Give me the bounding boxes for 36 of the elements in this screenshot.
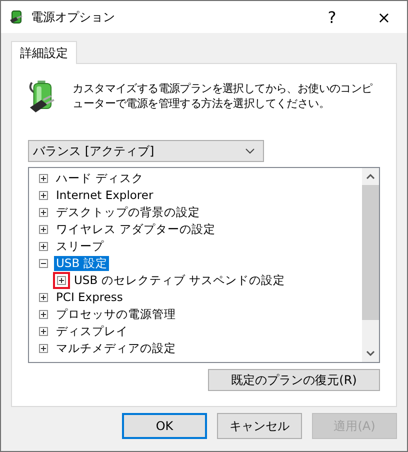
tree-item[interactable]: マルチメディアの設定 [54,341,178,356]
tree-item[interactable]: スリープ [54,239,106,254]
chevron-down-icon [245,148,255,154]
scroll-down-icon[interactable] [366,351,375,356]
tab[interactable]: 詳細設定 [11,41,77,64]
scrollbar-thumb[interactable] [362,185,379,320]
dialog-button[interactable]: キャンセル [217,413,302,439]
expand-icon[interactable] [39,191,48,200]
expand-icon[interactable] [39,208,48,217]
expand-icon[interactable] [39,310,48,319]
scroll-up-icon[interactable] [366,174,375,179]
tree-item[interactable]: Internet Explorer [54,188,156,203]
expand-icon[interactable] [39,293,48,302]
tree-item[interactable]: プロセッサの電源管理 [54,307,178,322]
tree-item[interactable]: デスクトップの背景の設定 [54,205,202,220]
expand-icon[interactable] [39,225,48,234]
expand-icon[interactable] [39,242,48,251]
close-button[interactable]: × [361,1,407,33]
tree-item[interactable]: ワイヤレス アダプターの設定 [54,222,218,237]
restore-defaults-button[interactable]: 既定のプランの復元(R) [208,369,380,391]
power-plug-icon [9,9,25,25]
scrollbar[interactable] [362,168,379,362]
expand-icon[interactable] [39,344,48,353]
tree-item[interactable]: ハード ディスク [54,171,146,186]
window-title: 電源オプション [31,8,116,26]
collapse-icon[interactable] [39,259,48,268]
description-text: カスタマイズする電源プランを選択してから、お使いのコンピューターで電源を管理する方法を選択してください。 [72,81,374,111]
expand-icon[interactable] [39,327,48,336]
tree-item[interactable]: USB 設定 [54,256,110,271]
tree-item[interactable]: PCI Express [54,290,125,305]
expand-icon[interactable] [39,174,48,183]
help-button[interactable]: ? [309,1,355,33]
dialog-button[interactable]: OK [122,413,207,439]
plan-dropdown[interactable]: バランス [アクティブ] [28,140,264,162]
tree-item[interactable]: USB のセレクティブ サスペンドの設定 [72,273,287,288]
tree-item[interactable]: ディスプレイ [54,324,130,339]
